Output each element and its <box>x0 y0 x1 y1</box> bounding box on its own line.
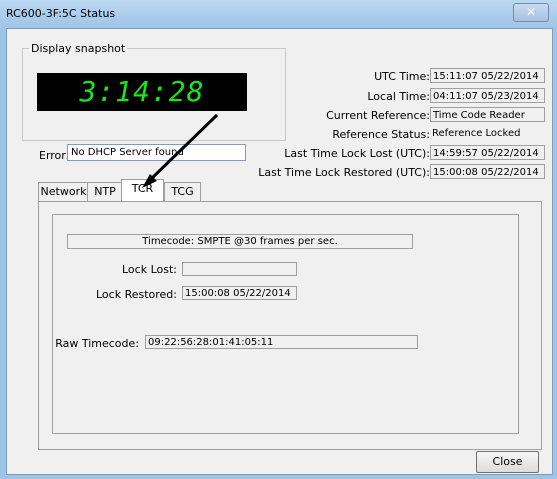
annotation-arrow-icon <box>142 113 219 188</box>
window-title: RC600-3F:5C Status <box>6 7 116 20</box>
client-area: Display snapshot 3:14:28 UTC Time: 15:11… <box>6 28 553 475</box>
status-window: RC600-3F:5C Status ✕ Display snapshot 3:… <box>0 0 557 479</box>
close-icon[interactable]: ✕ <box>513 3 549 22</box>
title-bar: RC600-3F:5C Status ✕ <box>0 0 557 28</box>
